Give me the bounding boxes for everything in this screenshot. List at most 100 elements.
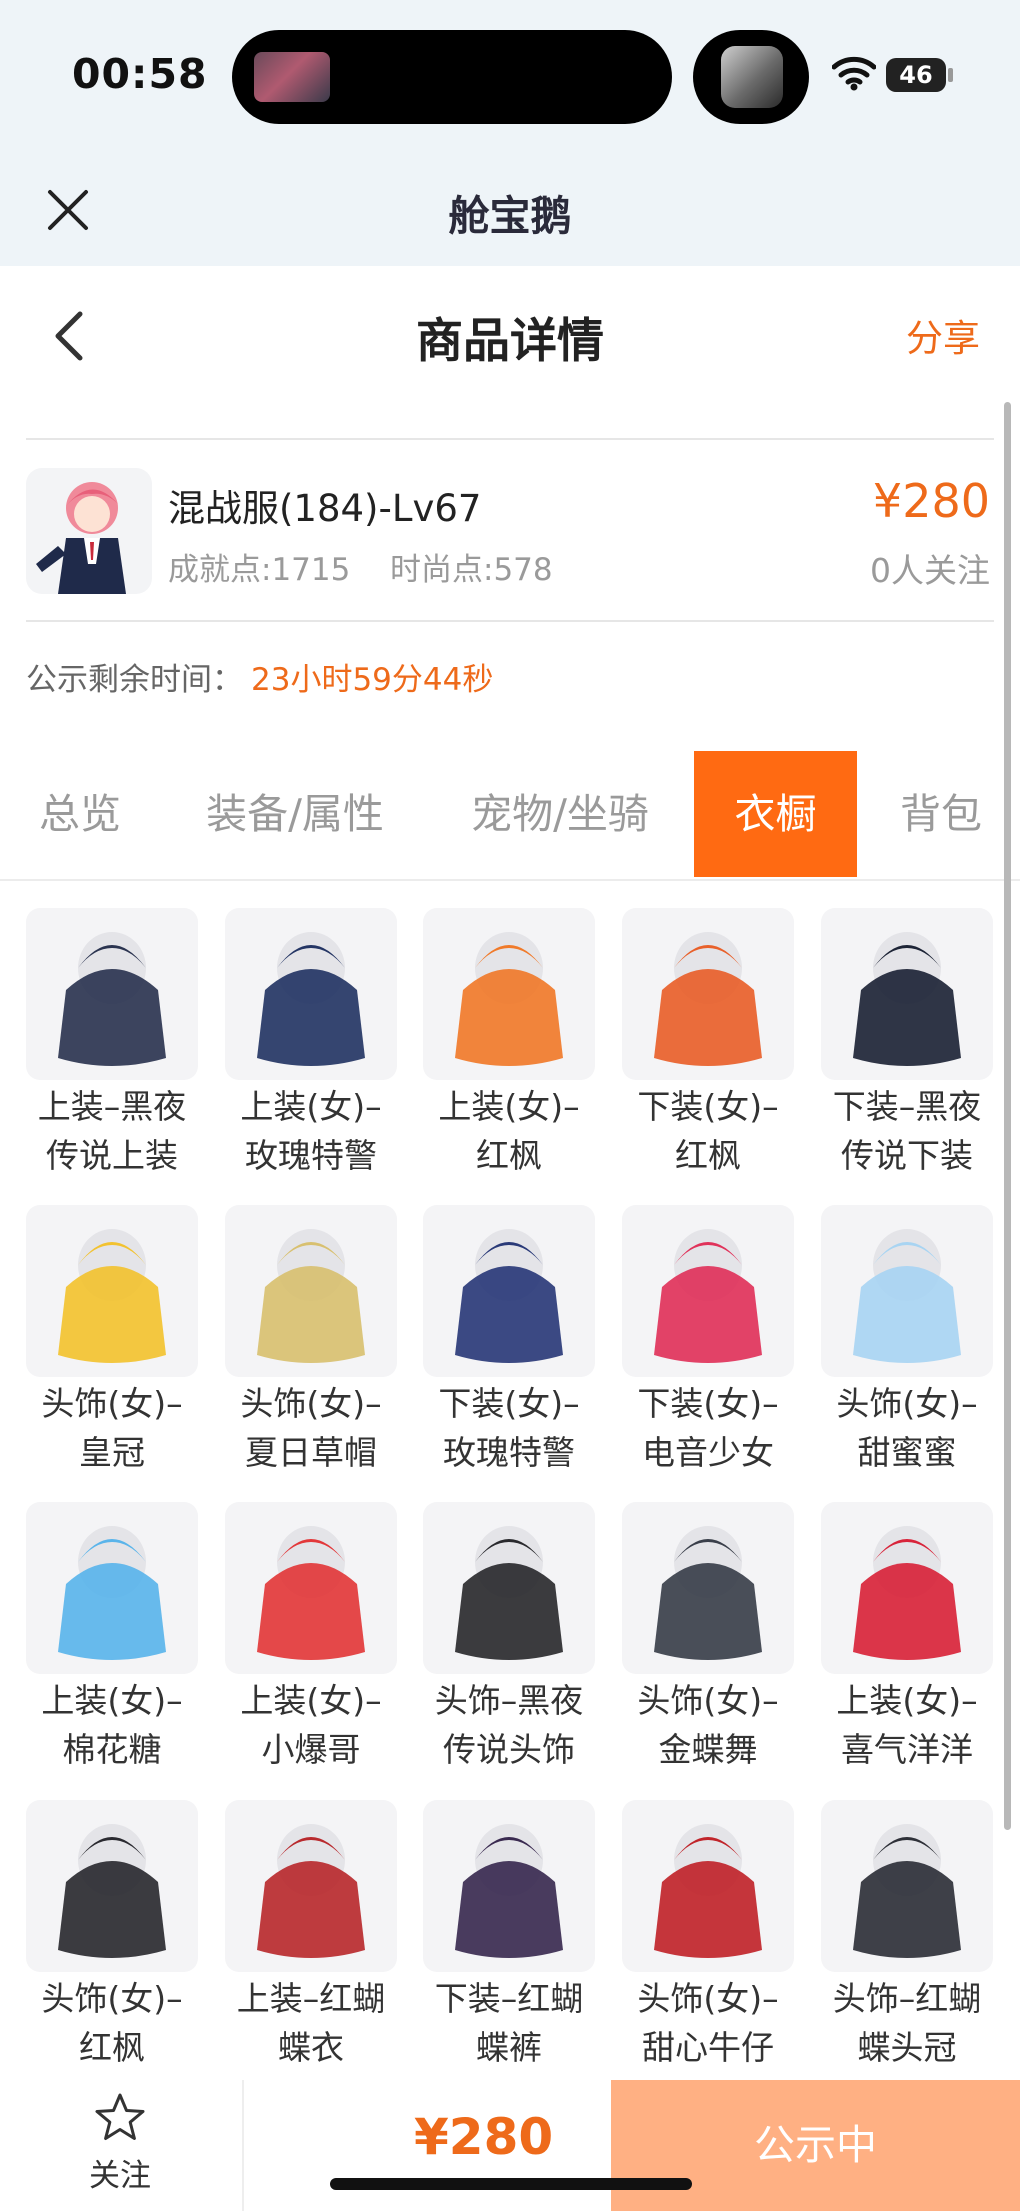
- sneakers-icon: [622, 1205, 794, 1377]
- wardrobe-item[interactable]: 下装–红蝴蝶裤: [423, 1800, 595, 2070]
- wardrobe-item[interactable]: 头饰(女)– 金蝶舞: [622, 1502, 794, 1774]
- navy-jacket-icon: [225, 908, 397, 1080]
- wardrobe-item[interactable]: 上装(女)– 红枫: [423, 908, 595, 1180]
- item-label-line2: 传说上装: [46, 1136, 178, 1175]
- item-label-line2: 棉花糖: [62, 1730, 162, 1769]
- butterfly-hair-icon: [622, 1502, 794, 1674]
- item-label-line2: 红枫: [675, 1136, 741, 1175]
- item-label-line2: 红枫: [79, 2028, 145, 2067]
- bottom-price: ¥280: [414, 2108, 554, 2166]
- page-title: 商品详情: [416, 314, 604, 369]
- follow-button[interactable]: 关注: [68, 2092, 172, 2195]
- dark-coat-icon: [26, 908, 198, 1080]
- tab-overview[interactable]: 总览: [0, 751, 160, 877]
- black-hair-icon: [423, 1502, 595, 1674]
- item-label-line1: 头饰–红蝴: [832, 1979, 982, 2018]
- item-label-line1: 下装(女)–: [637, 1087, 779, 1126]
- wardrobe-item[interactable]: 下装(女)– 电音少女: [622, 1205, 794, 1477]
- wardrobe-item[interactable]: 头饰(女)– 红枫: [26, 1800, 198, 2070]
- star-icon: [95, 2093, 145, 2140]
- item-label-line2: 甜心牛仔: [642, 2028, 774, 2067]
- wardrobe-item[interactable]: 头饰(女)– 皇冠: [26, 1205, 198, 1477]
- product-price: ¥280: [872, 474, 990, 528]
- wardrobe-item[interactable]: 头饰–黑夜 传说头饰: [423, 1502, 595, 1774]
- item-label-line1: 上装(女)–: [836, 1681, 978, 1720]
- wardrobe-item[interactable]: 上装(女)– 小爆哥: [225, 1502, 397, 1774]
- fashion-points: 时尚点:578: [390, 552, 553, 588]
- achievement-points: 成就点:1715: [168, 552, 351, 588]
- item-label-line2: 玫瑰特警: [443, 1433, 575, 1472]
- bar-separator: [242, 2080, 244, 2211]
- wardrobe-item[interactable]: 头饰(女)– 甜心牛仔: [622, 1800, 794, 2070]
- item-label-line2: 电音少女: [642, 1433, 774, 1472]
- item-label-line2: 喜气洋洋: [841, 1730, 973, 1769]
- wardrobe-item[interactable]: 上装(女)– 喜气洋洋: [821, 1502, 993, 1774]
- wardrobe-item[interactable]: 下装(女)– 玫瑰特警: [423, 1205, 595, 1477]
- public-status-button[interactable]: 公示中: [611, 2080, 1020, 2211]
- item-label-line1: 头饰(女)–: [637, 1979, 779, 2018]
- wardrobe-item[interactable]: 下装(女)– 红枫: [622, 908, 794, 1180]
- item-label-line2: 蝶衣: [278, 2028, 344, 2067]
- maple-top-icon: [423, 908, 595, 1080]
- wardrobe-item[interactable]: 上装–黑夜 传说上装: [26, 908, 198, 1180]
- item-label-line2: 皇冠: [79, 1433, 145, 1472]
- scrollbar[interactable]: [1004, 402, 1011, 1830]
- cat-ears-icon: [821, 1205, 993, 1377]
- notice-timer: 公示剩余时间： 23小时59分44秒: [26, 654, 493, 699]
- red-hoodie-icon: [225, 1502, 397, 1674]
- dark-pants-icon: [821, 908, 993, 1080]
- item-label-line2: 蝶裤: [476, 2028, 542, 2067]
- item-label-line2: 小爆哥: [261, 1730, 361, 1769]
- cloud-dress-icon: [26, 1502, 198, 1674]
- wardrobe-item[interactable]: 头饰(女)– 夏日草帽: [225, 1205, 397, 1477]
- tab-wardrobe[interactable]: 衣橱: [694, 751, 857, 877]
- item-label-line2: 传说下装: [841, 1136, 973, 1175]
- red-butterfly-coat-icon: [225, 1800, 397, 1972]
- item-label-line1: 下装(女)–: [637, 1384, 779, 1423]
- notice-label: 公示剩余时间：: [26, 662, 243, 698]
- product-avatar: [26, 468, 152, 594]
- app-header-area: 00:58 46 舱宝鹅: [0, 0, 1020, 266]
- app-title: 舱宝鹅: [448, 192, 572, 240]
- watcher-count: 0人关注: [870, 551, 990, 590]
- butterfly-crown-icon: [821, 1800, 993, 1972]
- wardrobe-item[interactable]: 下装–黑夜 传说下装: [821, 908, 993, 1180]
- tab-bag[interactable]: 背包: [876, 751, 1006, 877]
- item-label-line1: 上装(女)–: [240, 1681, 382, 1720]
- wifi-icon: [832, 56, 876, 91]
- red-qipao-icon: [821, 1502, 993, 1674]
- item-label-line2: 甜蜜蜜: [857, 1433, 957, 1472]
- wardrobe-item[interactable]: 上装(女)– 棉花糖: [26, 1502, 198, 1774]
- item-label-line1: 头饰–黑夜: [434, 1681, 584, 1720]
- item-label-line1: 头饰(女)–: [836, 1384, 978, 1423]
- cowgirl-hat-icon: [622, 1800, 794, 1972]
- dynamic-island: [232, 30, 672, 124]
- wardrobe-item[interactable]: 头饰–红蝴蝶头冠: [821, 1800, 993, 2070]
- activity-thumbnail: [721, 46, 783, 108]
- item-label-line1: 下装(女)–: [438, 1384, 580, 1423]
- item-label-line1: 头饰(女)–: [637, 1681, 779, 1720]
- item-label-line2: 蝶头冠: [857, 2028, 957, 2067]
- item-label-line1: 下装–红蝴: [434, 1979, 584, 2018]
- tab-equipment[interactable]: 装备/属性: [180, 751, 410, 877]
- dynamic-island-secondary: [693, 30, 809, 124]
- divider: [26, 438, 994, 440]
- wardrobe-item[interactable]: 头饰(女)– 甜蜜蜜: [821, 1205, 993, 1477]
- tab-pets[interactable]: 宠物/坐骑: [445, 751, 675, 877]
- item-label-line2: 金蝶舞: [658, 1730, 758, 1769]
- red-butterfly-pants-icon: [423, 1800, 595, 1972]
- wardrobe-item[interactable]: 上装–红蝴蝶衣: [225, 1800, 397, 2070]
- follow-label: 关注: [89, 2158, 151, 2194]
- status-time: 00:58: [72, 50, 208, 98]
- wardrobe-item[interactable]: 上装(女)– 玫瑰特警: [225, 908, 397, 1180]
- item-label-line1: 上装(女)–: [41, 1681, 183, 1720]
- item-label-line1: 上装–红蝴: [236, 1979, 386, 2018]
- maple-skirt-icon: [622, 908, 794, 1080]
- notice-countdown: 23小时59分44秒: [251, 662, 494, 698]
- wardrobe-grid: 上装–黑夜 传说上装 上装(女)– 玫瑰特警 上装(女)– 红枫 下装(女)– 红枫 下装–黑夜…: [0, 890, 1020, 2070]
- share-button[interactable]: 分享: [906, 308, 980, 362]
- item-label-line2: 玫瑰特警: [245, 1136, 377, 1175]
- battery-indicator: 46: [886, 58, 946, 92]
- media-thumbnail: [254, 52, 330, 102]
- item-label-line1: 头饰(女)–: [240, 1384, 382, 1423]
